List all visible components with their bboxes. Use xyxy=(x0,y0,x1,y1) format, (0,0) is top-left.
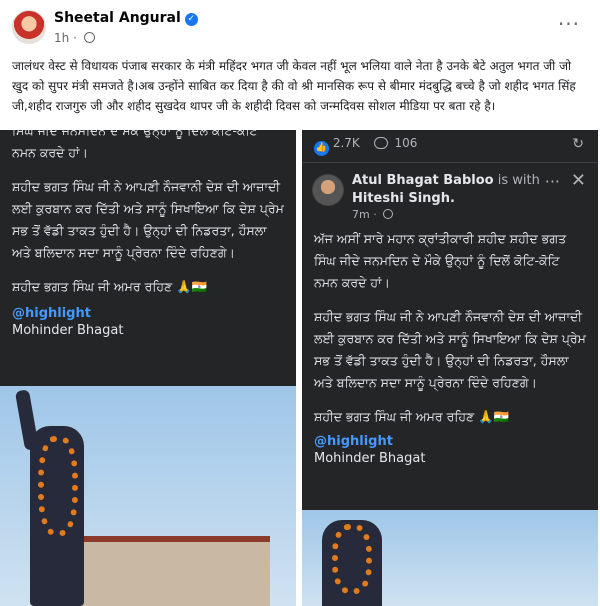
meta-separator: · xyxy=(73,31,77,45)
building-shape xyxy=(80,536,270,606)
atul-avatar[interactable] xyxy=(312,174,344,206)
shared-post-body: ਅੱਜ ਅਸੀਂ ਸਾਰੇ ਮਹਾਨ ਕ੍ਰਾਂਤੀਕਾਰੀ ਸ਼ਹੀਦ ਸ਼ਹ… xyxy=(302,228,598,466)
divider xyxy=(302,162,598,163)
right-para2: ਸ਼ਹੀਦ ਭਗਤ ਸਿੰਘ ਜੀ ਨੇ ਆਪਣੀ ਨੌਜਵਾਨੀ ਦੇਸ਼ ਦ… xyxy=(314,309,586,390)
reactions-bar: 👍 2.7K 106 xyxy=(314,136,417,156)
author-name-text[interactable]: Sheetal Angural xyxy=(54,10,181,26)
shared-author-name[interactable]: Atul Bhagat Babloo xyxy=(352,173,494,188)
shared-more-icon[interactable]: ··· xyxy=(545,172,560,191)
globe-icon xyxy=(83,32,95,43)
post-meta: 1h · xyxy=(54,31,95,45)
close-icon[interactable]: ✕ xyxy=(571,170,586,191)
left-screenshot: ਸਿੰਘ ਜੀਦੇ ਜਨਮਦਿਨ ਦੇ ਮੌਕੇ ਉਨ੍ਹਾਂ ਨੂੰ ਦਿਲੋ… xyxy=(0,130,296,606)
post-time[interactable]: 1h xyxy=(54,31,69,45)
right-para3: ਸ਼ਹੀਦ ਭਗਤ ਸਿੰਘ ਜੀ ਅਮਰ ਰਹਿਣ 🙏🇮🇳 xyxy=(314,409,510,424)
shared-post-time: 7m · xyxy=(352,208,394,221)
garland xyxy=(38,436,78,536)
globe-icon xyxy=(383,209,394,219)
verified-badge-icon: ✓ xyxy=(184,13,198,26)
more-options-icon[interactable]: ··· xyxy=(558,12,580,36)
left-partial-line: ਸਿੰਘ ਜੀਦੇ ਜਨਮਦਿਨ ਦੇ ਮੌਕੇ ਉਨ੍ਹਾਂ ਨੂੰ ਦਿਲੋ… xyxy=(12,130,258,138)
shared-time-text[interactable]: 7m xyxy=(352,208,370,221)
right-highlight-link[interactable]: @highlight xyxy=(302,434,598,449)
shared-post-author: Atul Bhagat Babloo is with Hiteshi Singh… xyxy=(352,172,552,208)
left-para3: ਸ਼ਹੀਦ ਭਗਤ ਸਿੰਘ ਜੀ ਅਮਰ ਰਹਿਣ 🙏🇮🇳 xyxy=(12,279,208,294)
author-name[interactable]: Sheetal Angural ✓ xyxy=(54,10,198,26)
author-avatar[interactable] xyxy=(12,10,46,44)
like-icon[interactable]: 👍 xyxy=(314,141,329,156)
right-screenshot: 👍 2.7K 106 ↻ Atul Bhagat Babloo is with … xyxy=(302,130,598,606)
left-line-end: ਨਮਨ ਕਰਦੇ ਹਾਂ। xyxy=(12,145,88,160)
left-signature: Mohinder Bhagat xyxy=(12,323,124,338)
left-statue-photo xyxy=(0,386,296,606)
right-signature: Mohinder Bhagat xyxy=(314,451,426,466)
post-header: Sheetal Angural ✓ 1h · ··· xyxy=(0,0,600,52)
right-statue-photo xyxy=(302,510,598,606)
comment-count[interactable]: 106 xyxy=(394,136,417,150)
left-highlight-link[interactable]: @highlight xyxy=(0,306,296,321)
right-para1: ਅੱਜ ਅਸੀਂ ਸਾਰੇ ਮਹਾਨ ਕ੍ਰਾਂਤੀਕਾਰੀ ਸ਼ਹੀਦ ਸ਼ਹ… xyxy=(314,231,567,290)
like-count[interactable]: 2.7K xyxy=(333,136,360,150)
is-with-text: is with xyxy=(497,173,540,188)
left-para2: ਸ਼ਹੀਦ ਭਗਤ ਸਿੰਘ ਜੀ ਨੇ ਆਪਣੀ ਨੌਜਵਾਨੀ ਦੇਸ਼ ਦ… xyxy=(12,179,284,260)
share-icon[interactable]: ↻ xyxy=(572,136,584,152)
comment-icon[interactable] xyxy=(373,137,388,149)
post-text: जालंधर वेस्ट से विधायक पंजाब सरकार के मं… xyxy=(12,59,576,113)
tagged-person[interactable]: Hiteshi Singh. xyxy=(352,191,455,206)
garland xyxy=(332,524,372,594)
